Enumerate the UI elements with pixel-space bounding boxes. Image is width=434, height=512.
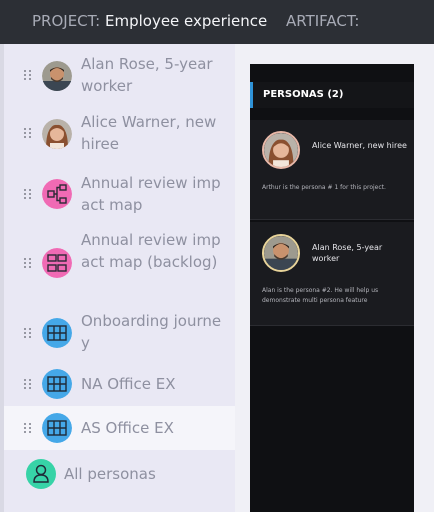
persona-card-alan-rose[interactable]: Alan Rose, 5-year worker Alan is the per… [250, 222, 414, 326]
persona-name: Alan Rose, 5-year worker [312, 243, 383, 263]
drag-handle-icon[interactable] [24, 128, 34, 138]
journey-grid-icon [42, 413, 72, 443]
sidebar-item-onboarding-journey[interactable]: Onboarding journey [4, 306, 235, 360]
sidebar-item-na-office-ex[interactable]: NA Office EX [4, 364, 235, 404]
drag-handle-icon[interactable] [24, 379, 34, 389]
backlog-grid-icon [42, 248, 72, 278]
drag-handle-icon[interactable] [24, 423, 34, 433]
sidebar-item-label: Alan Rose, 5-year worker [81, 55, 213, 95]
sidebar-item-as-office-ex[interactable]: AS Office EX [4, 406, 235, 450]
sidebar-item-alan-rose[interactable]: Alan Rose, 5-year worker [4, 50, 235, 100]
drag-handle-icon[interactable] [24, 328, 34, 338]
alice-warner-avatar [262, 131, 300, 169]
person-icon [26, 459, 56, 489]
impact-map-icon [42, 179, 72, 209]
sidebar-item-label: Onboarding journey [81, 312, 222, 352]
sidebar-item-annual-review-impact-map[interactable]: Annual review impact map [4, 166, 235, 222]
persona-description: Alan is the persona #2. He will help us … [262, 287, 379, 304]
sidebar-item-annual-review-backlog[interactable]: Annual review impact map (backlog) [4, 226, 235, 300]
project-name[interactable]: Employee experience [105, 12, 267, 30]
persona-description: Arthur is the persona # 1 for this proje… [262, 184, 386, 191]
sidebar-item-alice-warner[interactable]: Alice Warner, new hiree [4, 108, 235, 158]
project-header: PROJECT: Employee experience ARTIFACT: [0, 0, 434, 44]
persona-name: Alice Warner, new hiree [312, 141, 407, 150]
drag-handle-icon[interactable] [24, 70, 34, 80]
artifact-label: ARTIFACT: [285, 12, 360, 30]
sidebar-item-label: Annual review impact map (backlog) [81, 231, 221, 271]
sidebar-item-label: Annual review impact map [81, 174, 221, 214]
journey-grid-icon [42, 318, 72, 348]
drag-handle-icon[interactable] [24, 258, 34, 268]
persona-card-alice-warner[interactable]: Alice Warner, new hiree Arthur is the pe… [250, 120, 414, 220]
sidebar-item-label: NA Office EX [81, 375, 176, 393]
personas-header: PERSONAS (2) [250, 82, 414, 108]
sidebar-item-label: Alice Warner, new hiree [81, 113, 217, 153]
project-label: PROJECT: [32, 12, 101, 30]
sidebar-item-label: AS Office EX [81, 419, 174, 437]
alan-rose-avatar [42, 61, 72, 91]
journey-grid-icon [42, 369, 72, 399]
alice-warner-avatar [42, 119, 72, 149]
all-personas-label: All personas [64, 465, 156, 483]
artifact-sidebar: Alan Rose, 5-year worker Alice Warner, n… [0, 44, 235, 512]
alan-rose-avatar [262, 234, 300, 272]
drag-handle-icon[interactable] [24, 189, 34, 199]
all-personas-link[interactable]: All personas [26, 459, 156, 489]
